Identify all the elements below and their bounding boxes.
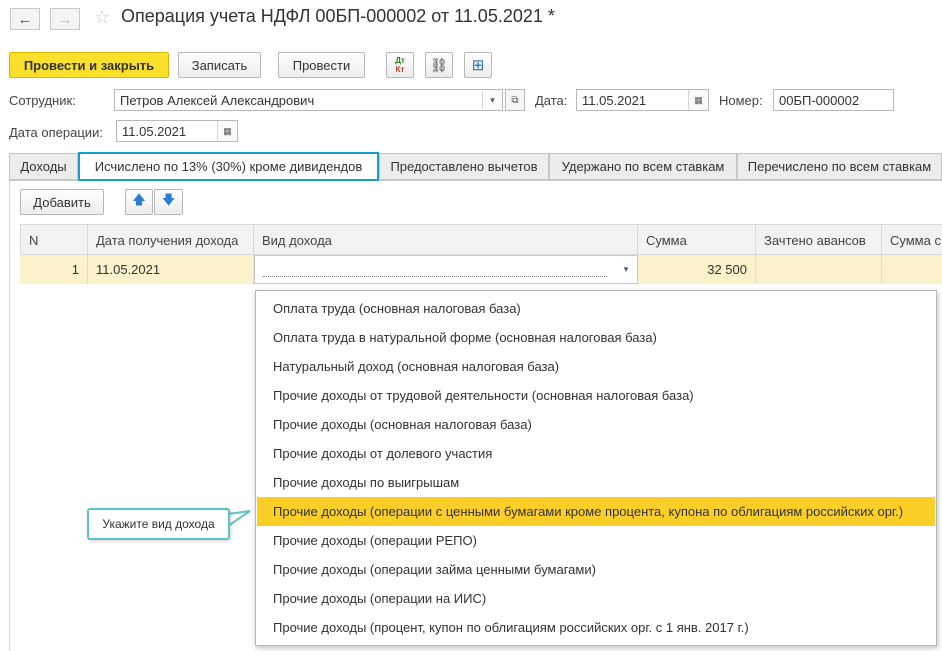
employee-field[interactable]: Петров Алексей Александрович ▾ [114,89,503,111]
add-row-button[interactable]: Добавить [20,189,104,215]
save-button[interactable]: Записать [178,52,261,78]
income-table: N Дата получения дохода Вид дохода Сумма… [20,224,942,286]
attach-button[interactable]: ⛓ [425,52,453,78]
date-field[interactable]: 11.05.2021 ▦ [576,89,709,111]
hint-callout: Укажите вид дохода [87,508,230,540]
dt-icon: Дт [395,56,405,65]
cell-n[interactable]: 1 [20,255,88,284]
dropdown-option[interactable]: Оплата труда в натуральной форме (основн… [257,323,935,352]
structure-button[interactable]: ⊞ [464,52,492,78]
employee-label: Сотрудник: [9,93,76,108]
chevron-down-icon: ▾ [490,94,495,105]
tab-withheld[interactable]: Удержано по всем ставкам [549,153,737,180]
post-button[interactable]: Провести [278,52,365,78]
input-underline [263,276,607,277]
column-header-n[interactable]: N [20,224,88,255]
dropdown-option[interactable]: Прочие доходы (основная налоговая база) [257,410,935,439]
column-header-advance[interactable]: Зачтено авансов [756,224,882,255]
dropdown-option[interactable]: Прочие доходы (процент, купон по облигац… [257,613,935,642]
arrow-right-icon: → [57,10,73,28]
arrow-left-icon: ← [17,10,33,28]
tab-calculated[interactable]: Исчислено по 13% (30%) кроме дивидендов [78,152,379,181]
cell-sum[interactable]: 32 500 [638,255,756,284]
operation-date-calendar-button[interactable]: ▦ [217,121,237,141]
column-header-date[interactable]: Дата получения дохода [88,224,254,255]
cell-sum2[interactable] [882,255,942,284]
post-and-close-button[interactable]: Провести и закрыть [9,52,169,78]
dropdown-option[interactable]: Прочие доходы (операции на ИИС) [257,584,935,613]
dt-kt-button[interactable]: Дт Кт [386,52,414,78]
number-field[interactable]: 00БП-000002 [773,89,894,111]
dropdown-option[interactable]: Оплата труда (основная налоговая база) [257,294,935,323]
dropdown-option[interactable]: Прочие доходы по выигрышам [257,468,935,497]
move-up-button[interactable]: 🡅 [125,189,153,215]
dropdown-option-selected[interactable]: Прочие доходы (операции с ценными бумага… [257,497,935,526]
dropdown-option[interactable]: Прочие доходы (операции займа ценными бу… [257,555,935,584]
calendar-icon: ▦ [694,94,703,105]
date-value: 11.05.2021 [582,93,647,108]
operation-date-value: 11.05.2021 [122,124,187,139]
paperclip-icon: ⛓ [430,56,448,73]
tab-income[interactable]: Доходы [9,153,78,180]
income-kind-dropdown-button[interactable]: ▾ [615,256,637,283]
cell-date[interactable]: 11.05.2021 [88,255,254,284]
chevron-down-icon: ▾ [623,264,629,274]
structure-icon: ⊞ [471,57,485,74]
dropdown-option[interactable]: Натуральный доход (основная налоговая ба… [257,352,935,381]
hint-text: Укажите вид дохода [102,517,215,531]
tab-deductions[interactable]: Предоставлено вычетов [379,153,549,180]
date-calendar-button[interactable]: ▦ [688,90,708,110]
income-kind-input[interactable]: ▾ [254,255,638,284]
employee-dropdown-button[interactable]: ▾ [482,90,502,110]
callout-pointer [227,510,251,528]
employee-value: Петров Алексей Александрович [120,93,315,108]
calendar-icon: ▦ [223,125,232,136]
tab-transferred[interactable]: Перечислено по всем ставкам [737,153,942,180]
dropdown-option[interactable]: Прочие доходы от трудовой деятельности (… [257,381,935,410]
income-kind-dropdown-list: Оплата труда (основная налоговая база) О… [255,290,937,646]
kt-icon: Кт [395,65,405,74]
move-down-button[interactable]: 🡇 [154,189,183,215]
open-icon: ⧉ [511,94,519,106]
page-title: Операция учета НДФЛ 00БП-000002 от 11.05… [121,6,555,26]
operation-date-label: Дата операции: [9,125,103,140]
dropdown-option[interactable]: Прочие доходы (операции РЕПО) [257,526,935,555]
operation-date-field[interactable]: 11.05.2021 ▦ [116,120,238,142]
dropdown-option[interactable]: Прочие доходы от долевого участия [257,439,935,468]
tab-bar: Доходы Исчислено по 13% (30%) кроме диви… [9,152,942,181]
number-value: 00БП-000002 [779,93,860,108]
cell-advance[interactable] [756,255,882,284]
arrow-down-icon: 🡇 [161,192,176,207]
column-header-sum2[interactable]: Сумма с [882,224,942,255]
employee-open-button[interactable]: ⧉ [505,89,525,111]
back-button[interactable]: ← [10,8,40,30]
arrow-up-icon: 🡅 [132,192,146,207]
forward-button[interactable]: → [50,8,80,30]
date-label: Дата: [535,93,568,108]
number-label: Номер: [719,93,763,108]
favorite-star-icon[interactable]: ☆ [94,7,110,28]
column-header-sum[interactable]: Сумма [638,224,756,255]
column-header-kind[interactable]: Вид дохода [254,224,638,255]
